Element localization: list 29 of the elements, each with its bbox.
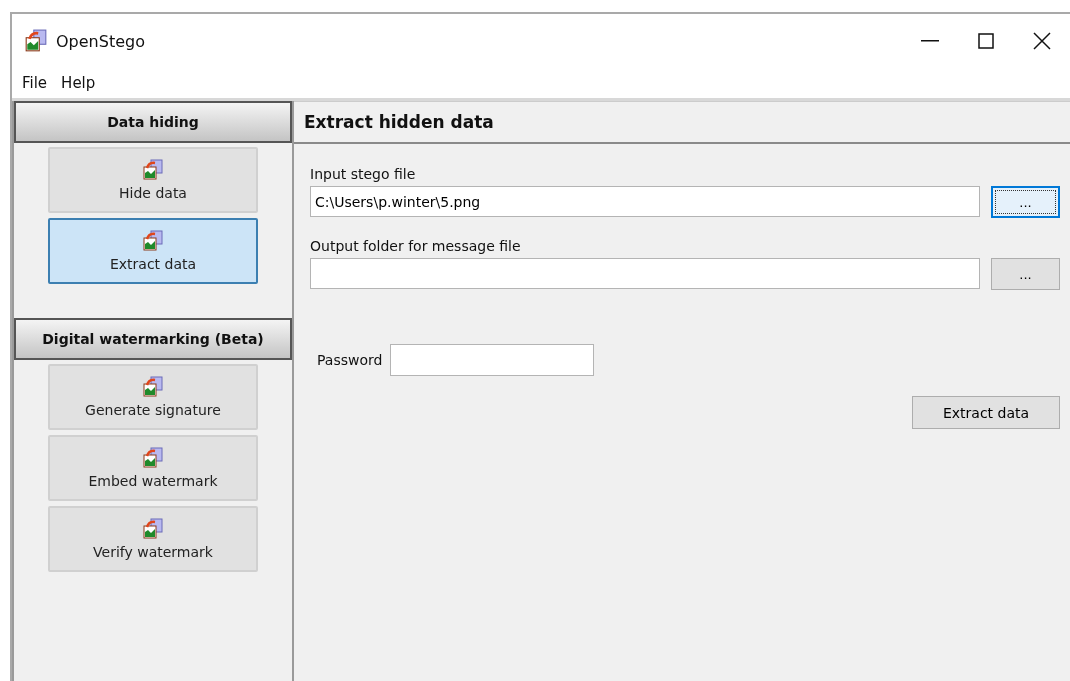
sidebar-item[interactable]: Extract data [48,218,258,284]
field-label: Output folder for message file [310,238,521,254]
picture-document-icon [142,159,164,181]
picture-document-icon [142,230,164,252]
menu-item[interactable]: File [22,74,48,92]
field-label: Password [317,352,383,368]
app-logo-icon [24,29,48,53]
sidebar-item[interactable]: Generate signature [48,364,258,430]
minimize-icon [921,40,939,42]
browse-button[interactable]: ... [991,186,1060,218]
section-header[interactable]: Data hiding [14,101,292,143]
field-label: Input stego file [310,166,416,182]
sidebar-item[interactable]: Embed watermark [48,435,258,501]
section-header[interactable]: Digital watermarking (Beta) [14,318,292,360]
extract-button[interactable]: Extract data [912,396,1060,429]
window-title: OpenStego [56,31,145,51]
picture-document-icon [142,376,164,398]
menu-item[interactable]: Help [61,74,96,92]
panel-title: Extract hidden data [294,101,1070,144]
close-icon [1033,32,1051,50]
path-field[interactable] [310,258,980,289]
maximize-icon [978,33,994,49]
picture-document-icon [142,518,164,540]
sidebar-item[interactable]: Hide data [48,147,258,213]
browse-button[interactable]: ... [991,258,1060,290]
sidebar-item[interactable]: Verify watermark [48,506,258,572]
path-field[interactable]: C:\Users\p.winter\5.png [310,186,980,217]
picture-document-icon [142,447,164,469]
password-field[interactable] [390,344,595,376]
